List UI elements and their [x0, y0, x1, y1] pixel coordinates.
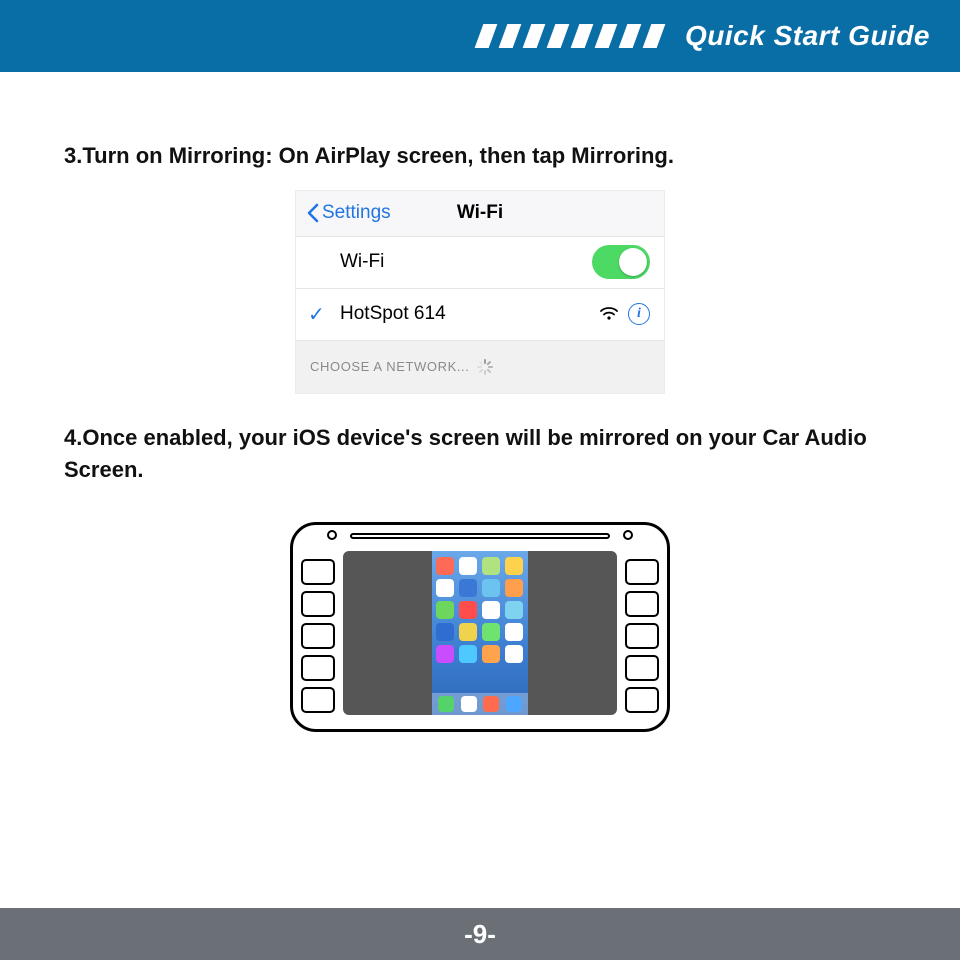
wifi-toggle[interactable] — [592, 245, 650, 279]
mirrored-phone-screen — [432, 551, 528, 715]
car-screen — [343, 551, 617, 715]
step-4-text: 4.Once enabled, your iOS device's screen… — [64, 422, 896, 486]
header-title: Quick Start Guide — [685, 20, 930, 52]
checkmark-icon: ✓ — [308, 302, 325, 327]
left-hardware-buttons — [301, 559, 335, 713]
page-number: -9- — [464, 919, 496, 950]
right-hardware-buttons — [625, 559, 659, 713]
ios-wifi-settings-panel: Settings Wi-Fi Wi-Fi ✓ HotSpot 614 i CHO… — [295, 190, 665, 394]
step-3-text: 3.Turn on Mirroring: On AirPlay screen, … — [64, 140, 896, 172]
nav-title: Wi-Fi — [457, 202, 503, 224]
wifi-row-label: Wi-Fi — [340, 251, 384, 273]
info-icon[interactable]: i — [628, 303, 650, 325]
header-stripes-icon — [479, 24, 671, 48]
loading-spinner-icon — [477, 359, 493, 375]
page-footer: -9- — [0, 908, 960, 960]
disc-slot-icon — [350, 533, 610, 539]
network-name: HotSpot 614 — [340, 303, 446, 325]
page-header: Quick Start Guide — [0, 0, 960, 72]
choose-network-label: CHOOSE A NETWORK... — [310, 359, 469, 374]
back-button[interactable]: Settings — [306, 202, 391, 224]
indicator-dot-icon — [327, 530, 337, 540]
back-label: Settings — [322, 202, 391, 224]
wifi-toggle-row: Wi-Fi — [296, 237, 664, 289]
chevron-left-icon — [306, 203, 320, 223]
wifi-signal-icon — [600, 307, 618, 321]
ios-navbar: Settings Wi-Fi — [296, 191, 664, 237]
choose-network-row: CHOOSE A NETWORK... — [296, 341, 664, 393]
car-audio-illustration — [280, 522, 680, 732]
indicator-dot-icon — [623, 530, 633, 540]
page-content: 3.Turn on Mirroring: On AirPlay screen, … — [0, 72, 960, 732]
connected-network-row[interactable]: ✓ HotSpot 614 i — [296, 289, 664, 341]
